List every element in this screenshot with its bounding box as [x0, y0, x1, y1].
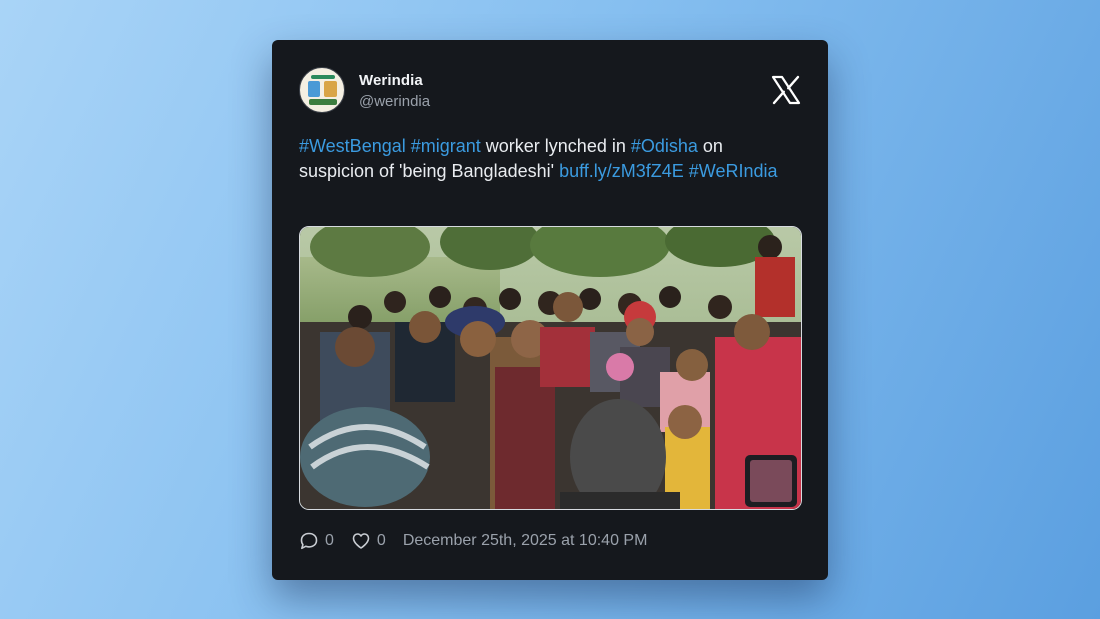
- tweet-card: Werindia @werindia #WestBengal #migrant …: [272, 40, 828, 580]
- hashtag-link[interactable]: #WeRIndia: [689, 161, 778, 181]
- crowd-photo-image: [300, 227, 801, 509]
- tweet-timestamp: December 25th, 2025 at 10:40 PM: [402, 532, 648, 549]
- avatar[interactable]: [299, 67, 345, 113]
- tweet-photo[interactable]: [299, 226, 802, 510]
- tweet-footer: 0 0 December 25th, 2025 at 10:40 PM: [299, 530, 647, 552]
- x-logo-icon[interactable]: [770, 74, 802, 106]
- like-count: 0: [376, 532, 386, 549]
- reply-count: 0: [325, 532, 334, 549]
- hashtag-link[interactable]: #migrant: [411, 136, 481, 156]
- heart-icon: [352, 533, 370, 549]
- tweet-text-segment: worker lynched in: [480, 136, 631, 156]
- url-link[interactable]: buff.ly/zM3fZ4E: [559, 161, 684, 181]
- reply-metric[interactable]: 0: [299, 531, 334, 551]
- tweet-text: #WestBengal #migrant worker lynched in #…: [299, 134, 799, 184]
- comment-icon: [300, 532, 318, 550]
- author-display-name[interactable]: Werindia: [359, 72, 423, 89]
- hashtag-link[interactable]: #Odisha: [631, 136, 698, 156]
- like-metric[interactable]: 0: [351, 531, 386, 551]
- author-handle[interactable]: @werindia: [359, 93, 430, 110]
- hashtag-link[interactable]: #WestBengal: [299, 136, 406, 156]
